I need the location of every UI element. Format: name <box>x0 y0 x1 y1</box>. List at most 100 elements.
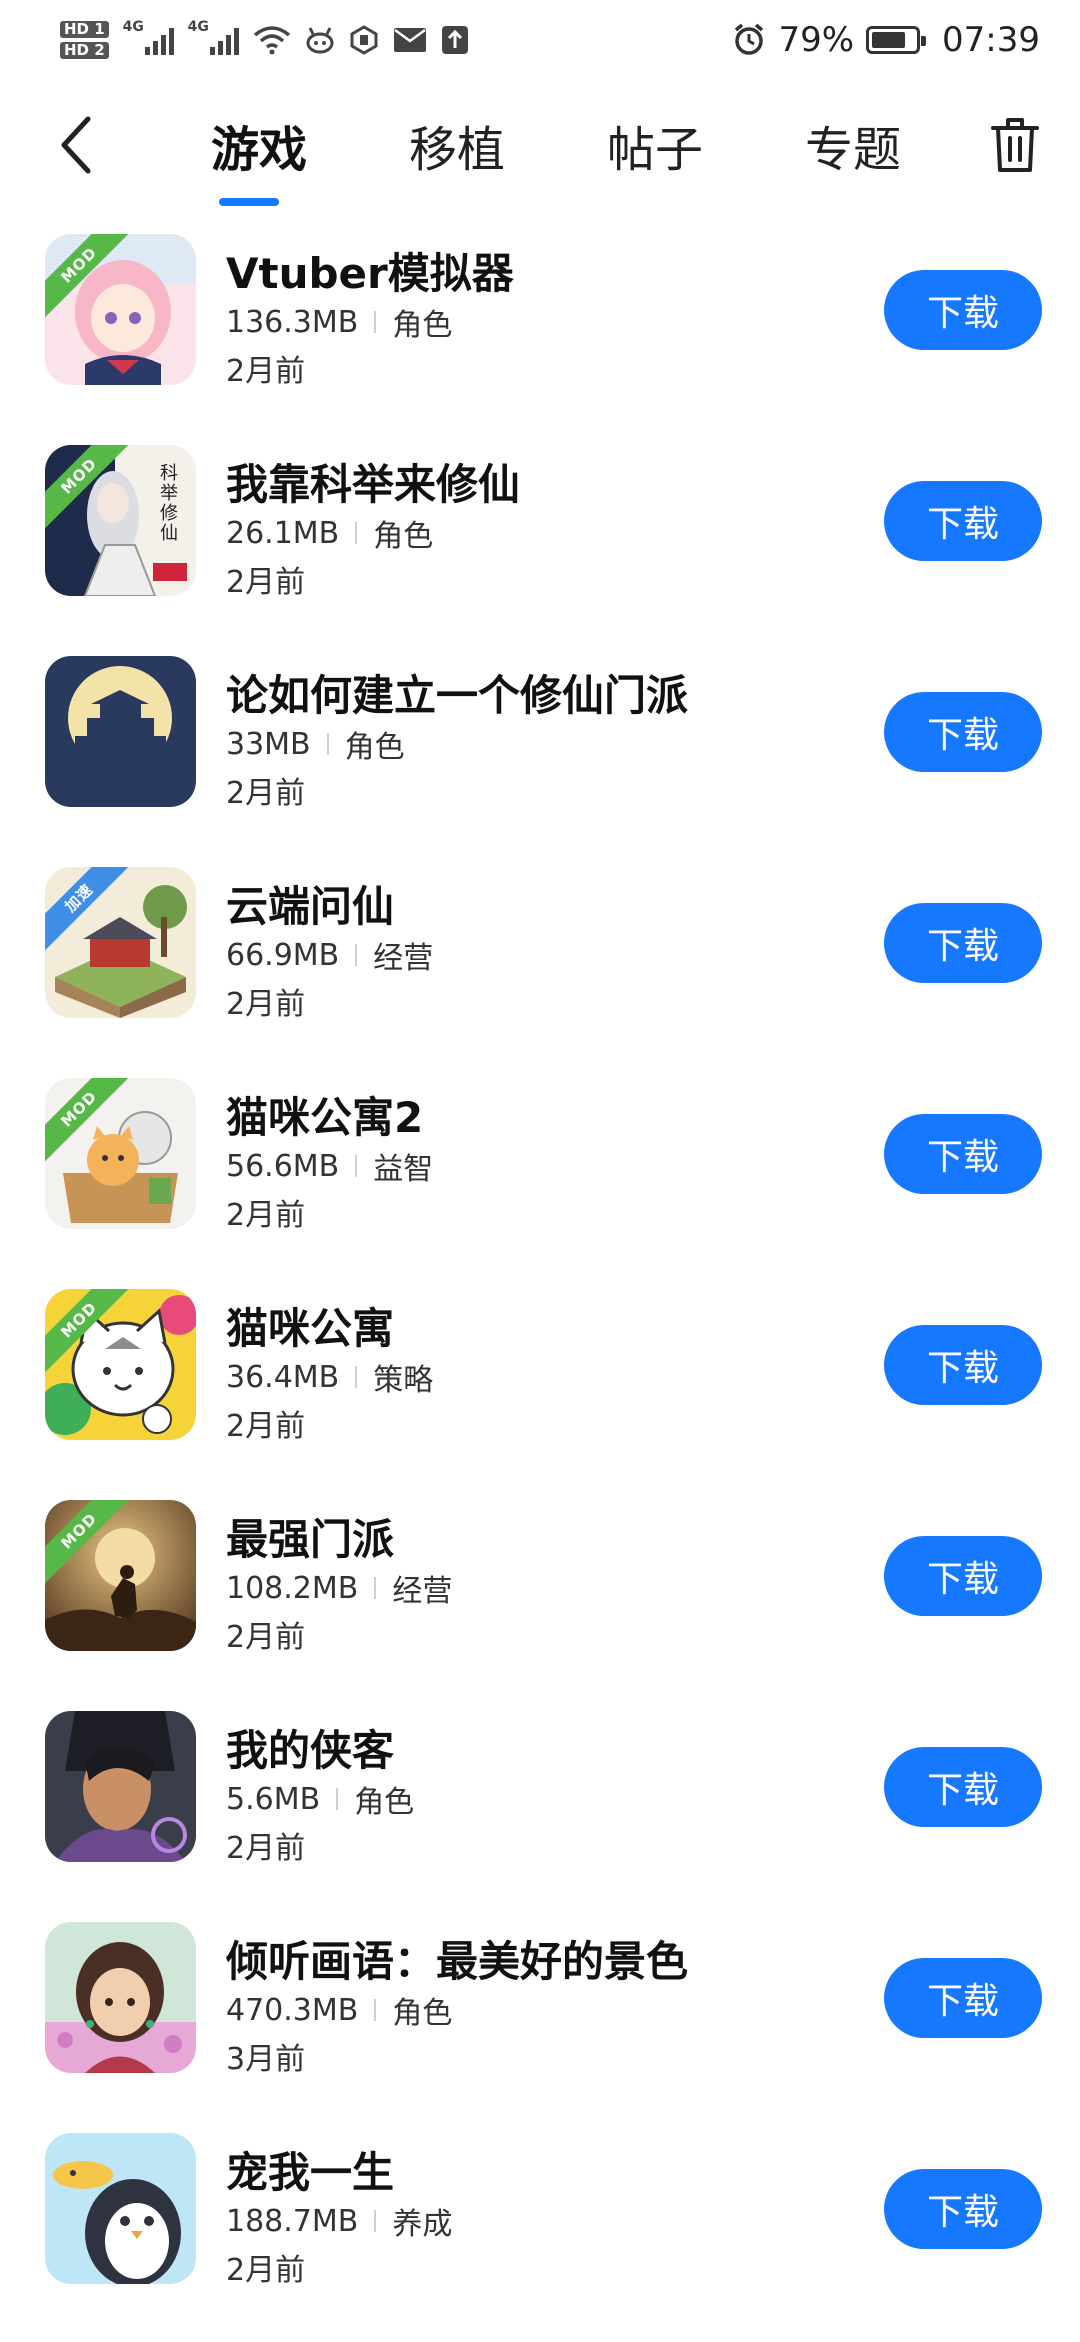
app-updated: 2月前 <box>226 565 306 600</box>
download-button[interactable]: 下载 <box>884 270 1042 350</box>
app-updated: 2月前 <box>226 1409 306 1444</box>
app-category: 策略 <box>373 1363 434 1398</box>
app-meta: 36.4MB 策略 <box>226 1355 433 1399</box>
app-size: 108.2MB <box>226 1570 359 1606</box>
app-size: 470.3MB <box>226 1992 359 2028</box>
app-meta: 5.6MB 角色 <box>226 1777 414 1821</box>
category-tabs: 游戏 移植 帖子 专题 <box>160 110 952 180</box>
app-icon-strongest-sect[interactable]: MOD <box>45 1500 196 1651</box>
app-title: 猫咪公寓 <box>226 1304 395 1353</box>
app-size: 188.7MB <box>226 2203 359 2239</box>
app-icon-keju[interactable]: 科 举 修 仙 MOD <box>45 445 196 596</box>
list-item[interactable]: 宠我一生 188.7MB 养成 2月前 下载 <box>0 2131 1080 2342</box>
app-category: 角色 <box>392 1996 453 2031</box>
active-tab-indicator <box>219 198 279 206</box>
meta-divider <box>326 733 329 755</box>
list-item[interactable]: MOD 猫咪公寓2 56.6MB 益智 2月前 下载 <box>0 1076 1080 1287</box>
app-size: 26.1MB <box>226 515 340 551</box>
app-icon-listen-painting[interactable] <box>45 1922 196 2073</box>
list-item[interactable]: 论如何建立一个修仙门派 33MB 角色 2月前 下载 <box>0 654 1080 865</box>
app-title: 倾听画语：最美好的景色 <box>226 1937 689 1986</box>
download-button[interactable]: 下载 <box>884 2169 1042 2249</box>
download-button[interactable]: 下载 <box>884 1114 1042 1194</box>
status-left: HD 1 HD 2 4G 4G <box>60 19 469 59</box>
app-title: Vtuber模拟器 <box>226 249 514 298</box>
app-icon-sect[interactable] <box>45 656 196 807</box>
app-updated: 2月前 <box>226 987 306 1022</box>
app-size: 36.4MB <box>226 1359 340 1395</box>
back-button[interactable] <box>46 110 106 180</box>
list-item[interactable]: MOD 最强门派 108.2MB 经营 2月前 下载 <box>0 1498 1080 1709</box>
app-category: 益智 <box>373 1152 434 1187</box>
app-category: 角色 <box>392 308 453 343</box>
tab-posts[interactable]: 帖子 <box>556 110 754 180</box>
tab-topics[interactable]: 专题 <box>754 110 952 180</box>
wifi-icon <box>253 25 291 55</box>
app-meta: 33MB 角色 <box>226 722 405 766</box>
app-category: 经营 <box>392 1574 453 1609</box>
app-meta: 136.3MB 角色 <box>226 300 452 344</box>
delete-button[interactable] <box>985 110 1045 180</box>
hd-indicators: HD 1 HD 2 <box>60 21 109 59</box>
svg-text:仙: 仙 <box>160 523 178 544</box>
app-meta: 470.3MB 角色 <box>226 1988 452 2032</box>
app-title: 我靠科举来修仙 <box>226 460 521 509</box>
meta-divider <box>374 1999 377 2021</box>
app-icon-cloud[interactable]: 加速 <box>45 867 196 1018</box>
app-meta: 26.1MB 角色 <box>226 511 433 555</box>
tab-games[interactable]: 游戏 <box>160 110 358 180</box>
list-item[interactable]: MOD Vtuber模拟器 136.3MB 角色 2月前 下载 <box>0 232 1080 443</box>
list-item[interactable]: 科 举 修 仙 MOD 我靠科举来修仙 26.1MB 角色 2月前 下载 <box>0 443 1080 654</box>
hd2-badge: HD 2 <box>60 42 109 59</box>
svg-text:修: 修 <box>160 503 178 524</box>
battery-percent: 79% <box>778 20 855 60</box>
download-button[interactable]: 下载 <box>884 1747 1042 1827</box>
list-item[interactable]: 加速 云端问仙 66.9MB 经营 2月前 下载 <box>0 865 1080 1076</box>
signal-icon: 4G <box>123 19 174 55</box>
download-button[interactable]: 下载 <box>884 903 1042 983</box>
app-updated: 2月前 <box>226 1620 306 1655</box>
app-icon-vtuber[interactable]: MOD <box>45 234 196 385</box>
battery-fill <box>872 32 906 48</box>
shield-icon <box>349 25 379 55</box>
download-button[interactable]: 下载 <box>884 481 1042 561</box>
download-button[interactable]: 下载 <box>884 1325 1042 1405</box>
app-notification-icon <box>305 26 335 54</box>
app-category: 经营 <box>373 941 434 976</box>
svg-text:科: 科 <box>160 463 178 484</box>
app-title: 论如何建立一个修仙门派 <box>226 671 689 720</box>
app-icon-cat-apartment-2[interactable]: MOD <box>45 1078 196 1229</box>
list-item[interactable]: MOD 猫咪公寓 36.4MB 策略 2月前 下载 <box>0 1287 1080 1498</box>
app-list: MOD Vtuber模拟器 136.3MB 角色 2月前 下载 科 举 修 仙 M… <box>0 232 1080 2342</box>
app-title: 猫咪公寓2 <box>226 1093 424 1142</box>
app-size: 5.6MB <box>226 1781 321 1817</box>
meta-divider <box>355 1155 358 1177</box>
battery-icon <box>866 26 927 54</box>
download-button[interactable]: 下载 <box>884 1536 1042 1616</box>
app-size: 56.6MB <box>226 1148 340 1184</box>
app-title: 宠我一生 <box>226 2148 395 2197</box>
list-item[interactable]: 我的侠客 5.6MB 角色 2月前 下载 <box>0 1709 1080 1920</box>
app-updated: 2月前 <box>226 1831 306 1866</box>
download-button[interactable]: 下载 <box>884 692 1042 772</box>
app-title: 云端问仙 <box>226 882 395 931</box>
app-updated: 2月前 <box>226 2253 306 2288</box>
app-icon-cat-apartment[interactable]: MOD <box>45 1289 196 1440</box>
app-category: 角色 <box>373 519 434 554</box>
meta-divider <box>355 944 358 966</box>
meta-divider <box>355 1366 358 1388</box>
app-meta: 108.2MB 经营 <box>226 1566 452 1610</box>
list-item[interactable]: 倾听画语：最美好的景色 470.3MB 角色 3月前 下载 <box>0 1920 1080 2131</box>
app-title: 最强门派 <box>226 1515 395 1564</box>
meta-divider <box>336 1788 339 1810</box>
alarm-icon <box>732 23 766 57</box>
trash-icon <box>991 118 1039 172</box>
app-category: 养成 <box>392 2207 453 2242</box>
app-updated: 2月前 <box>226 1198 306 1233</box>
status-right: 79% 07:39 <box>732 20 1040 60</box>
app-icon-my-hero[interactable] <box>45 1711 196 1862</box>
download-button[interactable]: 下载 <box>884 1958 1042 2038</box>
app-icon-pet-life[interactable] <box>45 2133 196 2284</box>
back-arrow-icon <box>61 116 91 174</box>
tab-ports[interactable]: 移植 <box>358 110 556 180</box>
